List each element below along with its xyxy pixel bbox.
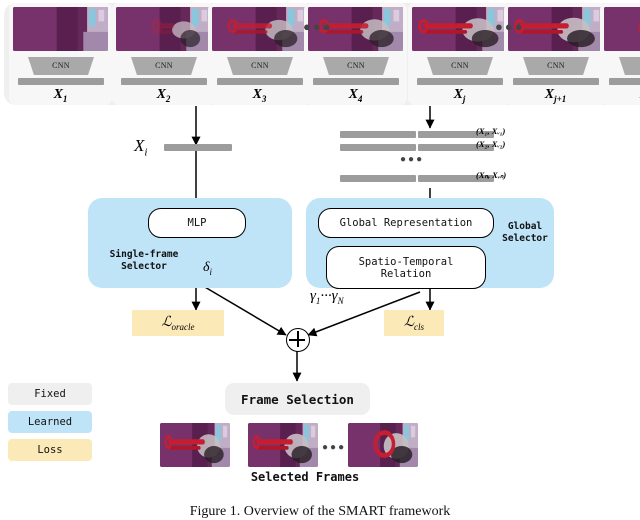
frame-feature-bar [513, 78, 599, 85]
selected-frames-caption: Selected Frames [160, 470, 450, 484]
gamma-output-label: γ1···γN [310, 288, 344, 306]
pair-bar-1a [340, 131, 416, 138]
mlp-label: MLP [188, 217, 207, 229]
loss-sum-operator [286, 328, 310, 352]
single-frame-selector-label: Single-frame Selector [92, 249, 196, 273]
cnn-label: CNN [619, 59, 640, 73]
frame-feature-bar [18, 78, 104, 85]
global-selector-label: Global Selector [496, 221, 554, 245]
frame-label: X3 [208, 87, 311, 104]
video-frame-thumbnail [212, 7, 307, 51]
video-frame-thumbnail [412, 7, 507, 51]
encoder-frame-2: CNN X2 [112, 3, 215, 105]
frame-selection-label: Frame Selection [241, 392, 354, 407]
frame-label-subscript: j [463, 94, 466, 104]
legend-item-fixed: Fixed [8, 383, 92, 405]
cnn-label: CNN [227, 59, 293, 73]
encoder-frame-1: CNN X1 [9, 3, 112, 105]
frame-label: X1 [9, 87, 112, 104]
frame-label: X2 [112, 87, 215, 104]
cnn-label: CNN [523, 59, 589, 73]
global-representation-block[interactable]: Global Representation [318, 208, 494, 238]
frame-label-subscript: 3 [262, 94, 267, 104]
pair-ellipsis: ●●● [400, 155, 424, 165]
cnn-label: CNN [427, 59, 493, 73]
frame-feature-bar [121, 78, 207, 85]
spatio-temporal-relation-label: Spatio-Temporal Relation [359, 256, 454, 280]
encoder-frame-7: CNN XN-1 [600, 3, 640, 105]
selected-frames-list [0, 423, 640, 469]
frame-label-base: X [253, 87, 262, 102]
figure-caption: Figure 1. Overview of the SMART framewor… [0, 504, 640, 520]
frame-label: Xj [408, 87, 511, 104]
frame-label: X4 [304, 87, 407, 104]
encoder-ellipsis-2: ●●● [495, 20, 525, 33]
frame-label: Xj+1 [504, 87, 607, 104]
cnn-label: CNN [131, 59, 197, 73]
video-frame-thumbnail [116, 7, 211, 51]
xi-input-label: Xi [134, 136, 147, 158]
video-frame-thumbnail [604, 7, 640, 51]
frame-label-base: X [157, 87, 166, 102]
encoder-frame-3: CNN X3 [208, 3, 311, 105]
cls-loss-label: ℒcls [404, 314, 424, 332]
frame-feature-bar [417, 78, 503, 85]
frame-label-base: X [545, 87, 554, 102]
global-representation-label: Global Representation [340, 217, 473, 229]
frame-label-base: X [54, 87, 63, 102]
spatio-temporal-relation-block[interactable]: Spatio-Temporal Relation [326, 246, 486, 289]
selected-frame-3 [348, 423, 418, 467]
selected-frame-1 [160, 423, 230, 467]
cnn-label: CNN [323, 59, 389, 73]
frame-label-subscript: 4 [358, 94, 363, 104]
pair-label-2: (X₂, Xᵥ₂) [476, 139, 505, 149]
frame-label-base: X [349, 87, 358, 102]
oracle-loss-label: ℒoracle [161, 314, 194, 332]
delta-output-label: δi [203, 260, 212, 277]
frame-label-subscript: 2 [166, 94, 171, 104]
pair-label-3: (Xₙ, Xᵥₙ) [476, 170, 506, 181]
pair-label-1: (X₁, Xᵥ₁) [476, 126, 505, 136]
selected-frames-ellipsis: ●●● [322, 443, 346, 453]
mlp-block[interactable]: MLP [148, 208, 246, 238]
pair-bar-2a [340, 144, 416, 151]
selected-frame-2 [248, 423, 318, 467]
frame-label: XN-1 [600, 87, 640, 104]
pair-bar-3a [340, 175, 416, 182]
cnn-label: CNN [28, 59, 94, 73]
frame-selection-box: Frame Selection [225, 383, 370, 415]
frame-feature-bar [313, 78, 399, 85]
oracle-loss-box: ℒoracle [132, 310, 224, 336]
frame-label-base: X [454, 87, 463, 102]
video-frame-thumbnail [13, 7, 108, 51]
legend-label-fixed: Fixed [34, 388, 66, 400]
encoder-ellipsis-1: ●●● [303, 20, 333, 33]
frame-feature-bar [609, 78, 640, 85]
xi-feature-bar [164, 144, 232, 151]
frame-label-subscript: j+1 [554, 94, 566, 104]
cls-loss-box: ℒcls [384, 310, 444, 336]
frame-label-subscript: 1 [63, 94, 68, 104]
frame-feature-bar [217, 78, 303, 85]
